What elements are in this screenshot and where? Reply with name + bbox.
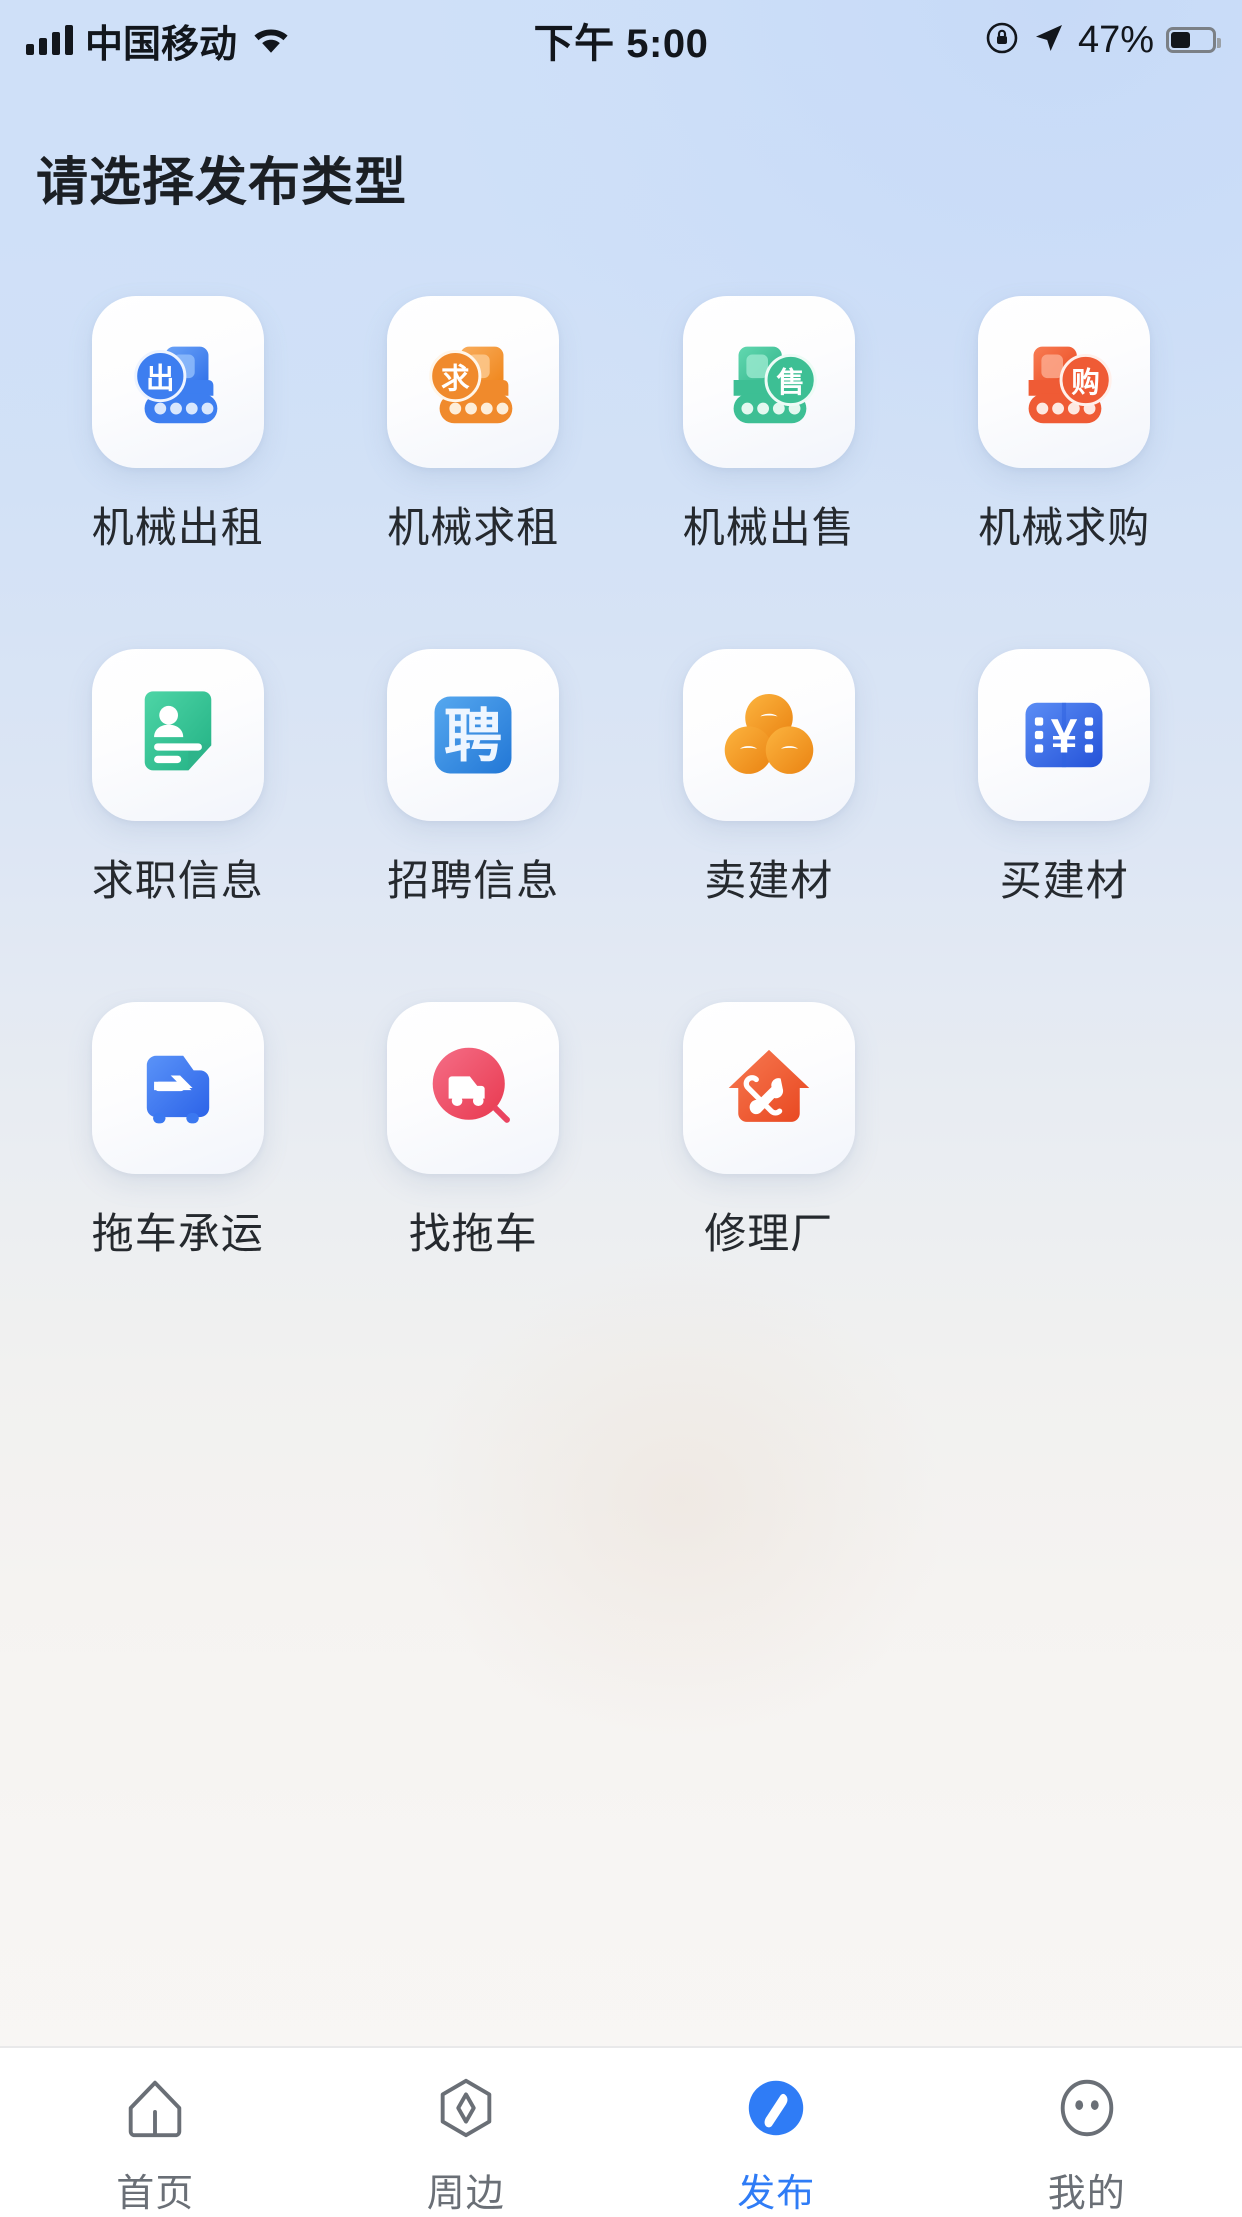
machine-sell-icon: 售 <box>710 323 828 441</box>
hiring-pin-icon: 聘 <box>421 683 525 787</box>
grid-item-machine-sell[interactable]: 售 机械出售 <box>621 296 917 555</box>
svg-text:购: 购 <box>1072 366 1101 399</box>
grid-item-label: 招聘信息 <box>387 847 559 908</box>
svg-text:售: 售 <box>776 367 805 399</box>
grid-item-hiring[interactable]: 聘 招聘信息 <box>326 649 622 908</box>
home-icon <box>117 2070 193 2146</box>
grid-item-label: 买建材 <box>1000 847 1129 908</box>
grid-item-machine-buy[interactable]: 购 机械求购 <box>917 296 1213 555</box>
grid-item-job-seeking[interactable]: 求职信息 <box>30 649 326 908</box>
tile-background <box>683 1002 855 1174</box>
profile-face-icon <box>1049 2070 1125 2146</box>
grid-item-label: 机械出售 <box>683 494 855 555</box>
tab-publish[interactable]: 发布 <box>621 2048 932 2217</box>
publish-pen-icon <box>738 2070 814 2146</box>
grid-item-tow-transport[interactable]: 拖车承运 <box>30 1002 326 1261</box>
svg-text:求: 求 <box>441 363 470 395</box>
grid-item-label: 修理厂 <box>704 1200 833 1261</box>
grid-item-label: 求职信息 <box>92 847 264 908</box>
pipes-stack-icon <box>715 681 823 789</box>
tile-background: 出 <box>92 296 264 468</box>
publish-type-grid: 出 机械出租 求 机械求租 <box>30 296 1212 1261</box>
status-bar: 中国移动 下午 5:00 47% <box>0 0 1242 80</box>
grid-item-buy-materials[interactable]: ¥ 买建材 <box>917 649 1213 908</box>
resume-card-icon <box>126 683 230 787</box>
tile-background <box>683 649 855 821</box>
machine-rent-seek-icon: 求 <box>414 323 532 441</box>
tile-background <box>92 649 264 821</box>
tile-background: 聘 <box>387 649 559 821</box>
location-arrow-icon <box>1032 21 1066 60</box>
status-bar-right: 47% <box>984 19 1216 62</box>
tile-background <box>387 1002 559 1174</box>
tab-label: 周边 <box>427 2162 505 2217</box>
rotation-lock-icon <box>984 20 1020 61</box>
tab-nearby[interactable]: 周边 <box>311 2048 622 2217</box>
tab-profile[interactable]: 我的 <box>932 2048 1242 2217</box>
grid-item-label: 找拖车 <box>409 1200 538 1261</box>
tile-background: ¥ <box>978 649 1150 821</box>
battery-icon <box>1166 27 1216 53</box>
svg-text:聘: 聘 <box>444 704 502 769</box>
machine-rent-out-icon: 出 <box>119 323 237 441</box>
svg-text:出: 出 <box>146 363 175 395</box>
yuan-voucher-icon: ¥ <box>1012 683 1116 787</box>
grid-item-sell-materials[interactable]: 卖建材 <box>621 649 917 908</box>
page-title: 请选择发布类型 <box>36 140 407 215</box>
bottom-tab-bar: 首页 周边 发布 <box>0 2046 1242 2208</box>
grid-item-repair-shop[interactable]: 修理厂 <box>621 1002 917 1261</box>
tab-label: 发布 <box>737 2162 815 2217</box>
tab-home[interactable]: 首页 <box>0 2048 311 2217</box>
grid-item-machine-rent-seek[interactable]: 求 机械求租 <box>326 296 622 555</box>
tile-background <box>92 1002 264 1174</box>
battery-percent-label: 47% <box>1078 19 1154 62</box>
grid-item-label: 机械求租 <box>387 494 559 555</box>
grid-item-find-tow[interactable]: 找拖车 <box>326 1002 622 1261</box>
compass-icon <box>428 2070 504 2146</box>
machine-buy-icon: 购 <box>1005 323 1123 441</box>
grid-item-label: 机械出租 <box>92 494 264 555</box>
tab-label: 首页 <box>116 2162 194 2217</box>
app-screen: 中国移动 下午 5:00 47% <box>0 0 1242 2208</box>
grid-item-label: 拖车承运 <box>92 1200 264 1261</box>
grid-item-label: 机械求购 <box>978 494 1150 555</box>
find-tow-truck-icon <box>420 1035 526 1141</box>
grid-item-label: 卖建材 <box>704 847 833 908</box>
svg-text:¥: ¥ <box>1051 711 1078 764</box>
tile-background: 购 <box>978 296 1150 468</box>
tow-truck-icon <box>126 1036 230 1140</box>
tile-background: 求 <box>387 296 559 468</box>
tab-label: 我的 <box>1048 2162 1126 2217</box>
tile-background: 售 <box>683 296 855 468</box>
grid-item-machine-rent-out[interactable]: 出 机械出租 <box>30 296 326 555</box>
repair-shop-house-icon <box>716 1035 822 1141</box>
